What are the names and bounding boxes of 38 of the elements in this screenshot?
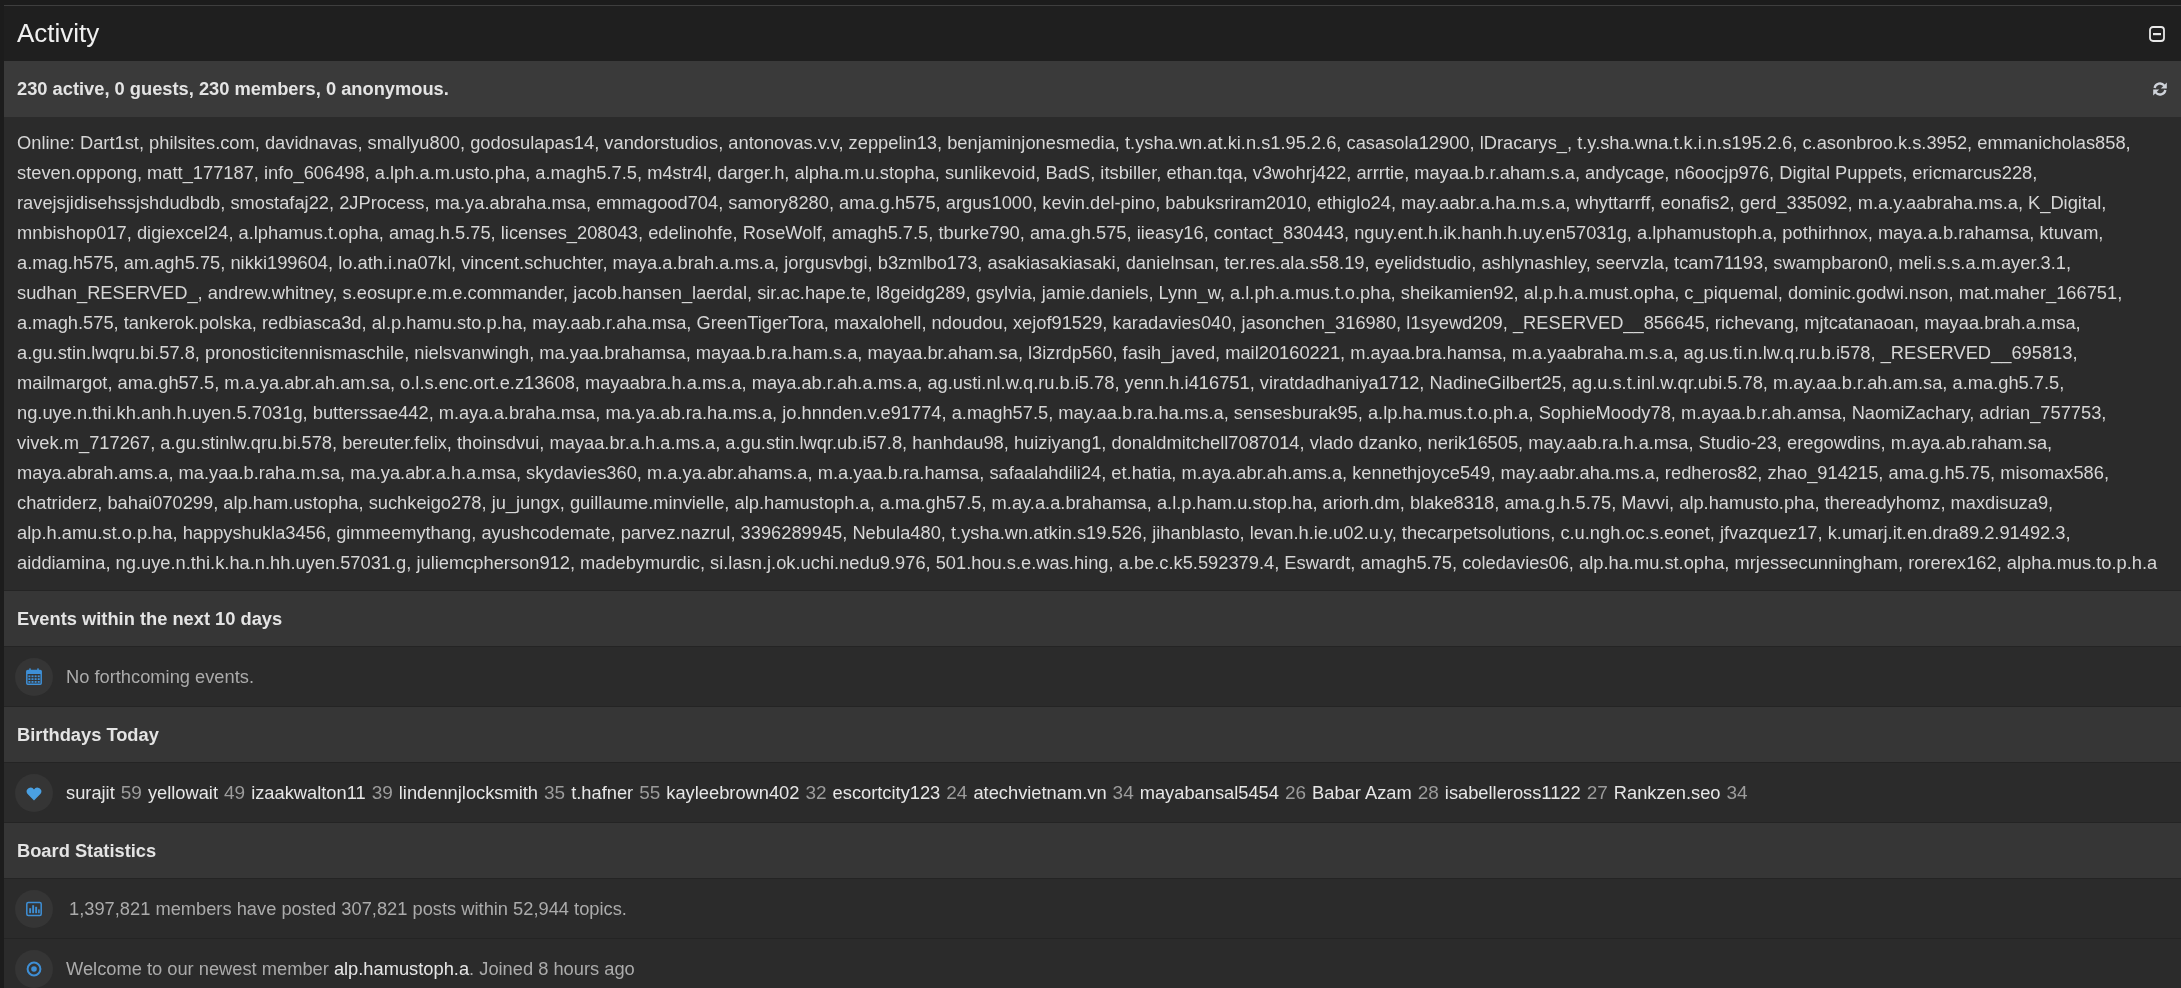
- birthday-user-link[interactable]: lindennjlocksmith: [398, 781, 538, 804]
- age-text: 39: [371, 781, 393, 804]
- birthday-user-link[interactable]: isabelleross1122: [1444, 781, 1581, 804]
- birthday-user-link[interactable]: izaakwalton11: [251, 781, 366, 804]
- member-link[interactable]: alp.hamustoph.a: [333, 957, 470, 979]
- section-header: Birthdays Today: [4, 706, 2181, 762]
- age-text: 55: [639, 781, 661, 804]
- age-text: 34: [1726, 781, 1748, 804]
- age-text: 28: [1417, 781, 1439, 804]
- refresh-icon[interactable]: [2152, 81, 2168, 97]
- birthday-user-link[interactable]: yellowait: [147, 781, 218, 804]
- bar-chart-icon: [15, 889, 53, 928]
- statistics-text: 1,397,821 members have posted 307,821 posts within 52,944 topics.: [68, 897, 627, 920]
- age-text: 27: [1586, 781, 1608, 804]
- section-header: Events within the next 10 days: [4, 590, 2181, 646]
- newest-member-text: Welcome to our newest member alp.hamustoph.a. Joined 8 hours ago: [66, 957, 635, 980]
- summary-text: 230 active, 0 guests, 230 members, 0 anonymous.: [17, 78, 449, 100]
- age-text: 49: [224, 781, 246, 804]
- birthday-user-link[interactable]: mayabansal5454: [1139, 781, 1279, 804]
- section-header: Board Statistics: [4, 822, 2181, 878]
- birthday-user-link[interactable]: Babar Azam: [1312, 781, 1412, 804]
- collapse-icon[interactable]: [2149, 25, 2165, 42]
- no-events-text: No forthcoming events.: [66, 665, 254, 688]
- panel-title: Activity: [17, 18, 100, 49]
- birthday-user-link[interactable]: atechvietnam.vn: [973, 781, 1107, 804]
- calendar-icon: [15, 657, 53, 696]
- birthday-user-link[interactable]: surajit: [66, 781, 115, 804]
- age-text: 26: [1284, 781, 1307, 804]
- birthday-user-link[interactable]: kayleebrown402: [666, 781, 800, 804]
- online-users-text: Online: Dart1st, philsites.com, davidnavas, smallyu800, godosulapas14, vandorstudios, antonovas.v.v, zeppelin13, benjaminjonesmedia, t.ysha.wn.at.ki.n.s1.95.2.6, casasola12900, lDracarys_, t.y.sha.wna.t.k.i.n.s195.2.6, c.asonbroo.k.s.3952, emmanicholas858, steven.oppong, matt_177187, info_606498, a.lph.a.m.usto.pha, a.magh5.7.5, m4str4l, darger.h, alpha.m.u.stopha, sunlikevoid, BadS, itsbiller, ethan.tqa, v3wohrj422, arrrtie, mayaa.b.r.aham.s.a, andycage, n6oocjp976, Digital Puppets, ericmarcus228, ravejsjidisehssjshdudbdb, smostafaj22, 2JProcess, ma.ya.abraha.msa, emmagood704, samory8280, ama.g.h575, argus1000, kevin.del-pino, babuksriram2010, ethiglo24, may.aabr.a.ha.m.s.a, whyttarrff, eonafis2, gerd_335092, m.a.y.aabraha.ms.a, K_Digital, mnbishop017, digiexcel24, a.lphamus.t.opha, amag.h.5.75, licenses_208043, edelinohfe, RoseWolf, amagh5.7.5, tburke790, ama.gh.575, iieasy16, contact_830443, nguy.ent.h.ik.hanh.h.uy.en57031g, a.lphamustoph.a, pothirhnox, maya.a.b.rahamsa, ktuvam, a.mag.h575, am.agh5.75, nikki199604, lo.ath.i.na07kl, vincent.schuchter, maya.a.brah.a.ms.a, jorgusvbgi, b3zmlbo173, asakiasakiasaki, danielnsan, ter.res.ala.s58.19, eyelidstudio, ashlynashley, seervzla, tcam71193, swampbaron0, meli.s.s.a.m.ayer.3.1, sudhan_RESERVED_, andrew.whitney, s.eosupr.e.m.e.commander, jacob.hansen_laerdal, sir.ac.hape.te, l8geidg289, gsylvia, jamie.daniels, Lynn_w, a.l.ph.a.mus.t.o.pha, sheikamien92, al.p.h.a.must.opha, c_piquemal, dominic.godwi.nson, mat.maher_166751, a.magh.575, tankerok.polska, redbiasca3d, al.p.hamu.sto.p.ha, may.aab.r.aha.msa, GreenTigerTora, maxalohell, ndoudou, xejof91529, karadavies040, jasonchen_316980, l1syewd209, _RESERVED__856645, richevang, mjtcatanaoan, mayaa.brah.a.msa, a.gu.stin.lwqru.bi.57.8, pronosticitennismaschile, nielsvanwingh, ma.yaa.brahamsa, mayaa.b.ra.ham.s.a, mayaa.br.aham.sa, l3izrdp560, fasih_javed, mail20160221, m.ayaa.bra.hamsa, m.a.yaabraha.m.s.a, ag.us.ti.n.lw.q.ru.b.i578, _RESERVED__695813, mailmargot, ama.gh57.5, m.a.ya.abr.ah.am.sa, o.l.s.enc.ort.e.z13608, mayaabra.h.a.ms.a, maya.ab.r.ah.a.ms.a, ag.usti.nl.w.q.ru.b.i5.78, yenn.h.i416751, viratdadhaniya1712, NadineGilbert25, ag.u.s.t.inl.w.qr.ubi.5.78, m.ay.aa.b.r.ah.am.sa, a.ma.gh5.7.5, ng.uye.n.thi.kh.anh.h.uyen.5.7031g, butterssae442, m.aya.a.braha.msa, ma.ya.ab.ra.ha.ms.a, jo.hnnden.v.e91774, a.magh57.5, may.aa.b.ra.ha.ms.a, sensesburak95, a.lp.ha.mus.t.o.ph.a, SophieMoody78, m.ayaa.b.r.ah.amsa, NaomiZachary, adrian_757753, vivek.m_717267, a.gu.stinlw.qru.bi.578, bereuter.felix, thoinsdvui, mayaa.br.a.h.a.ms.a, a.gu.stin.lwqr.ub.i57.8, hanhdau98, huiziyang1, donaldmitchell7087014, vlado dzanko, nerik16505, may.aab.ra.h.a.msa, Studio-23, eregowdins, m.aya.ab.raham.sa, maya.abrah.ams.a, ma.yaa.b.raha.m.sa, ma.ya.abr.a.h.a.msa, skydavies360, m.a.ya.abr.ahams.a, m.a.yaa.b.ra.hamsa, safaalahdili24, et.hatia, m.aya.abr.ah.ams.a, kennethjoyce549, may.aabr.aha.ms.a, redheros82, zhao_914215, ama.g.h5.75, misomax586, chatriderz, bahai070299, alp.ham.ustopha, suchkeigo278, ju_jungx, guillaume.minvielle, alp.hamustoph.a, a.ma.gh57.5, m.ay.a.a.brahamsa, a.l.p.ham.u.stop.ha, ariorh.dm, blake8318, ama.g.h.5.75, Mavvi, alp.hamusto.pha, thereadyhomz, maxdisuza9, alp.h.amu.st.o.p.ha, happyshukla3456, gimmeemythang, ayushcodemate, parvez.nazrul, 3396289945, Nebula480, t.ysha.wn.atkin.s19.526, jihanblasto, levan.h.ie.u02.u.y, thecarpetsolutions, c.u.ngh.oc.s.eonet, jfvazquez17, k.umarj.it.en.dra89.2.91492.3, aiddiamina, ng.uye.n.thi.k.ha.n.hh.uyen.57031.g, juliemcpherson912, madebymurdic, si.lasn.j.ok.uchi.nedu9.976, 501.hou.s.e.was.hing, a.be.c.k5.592379.4, Eswardt, amagh5.75, coledavies06, alp.ha.mu.st.opha, mrjessecunningham, rorerex162, alpha.mus.to.p.h.a: [17, 131, 2159, 575]
- age-text: 24: [946, 781, 968, 804]
- birthday-user-link[interactable]: escortcity123: [832, 781, 941, 804]
- age-text: 35: [544, 781, 566, 804]
- birthday-user-link[interactable]: Rankzen.seo: [1613, 781, 1721, 804]
- age-text: 32: [805, 781, 827, 804]
- birthday-user-link[interactable]: t.hafner: [571, 781, 634, 804]
- age-text: 34: [1112, 781, 1134, 804]
- age-text: 59: [120, 781, 142, 804]
